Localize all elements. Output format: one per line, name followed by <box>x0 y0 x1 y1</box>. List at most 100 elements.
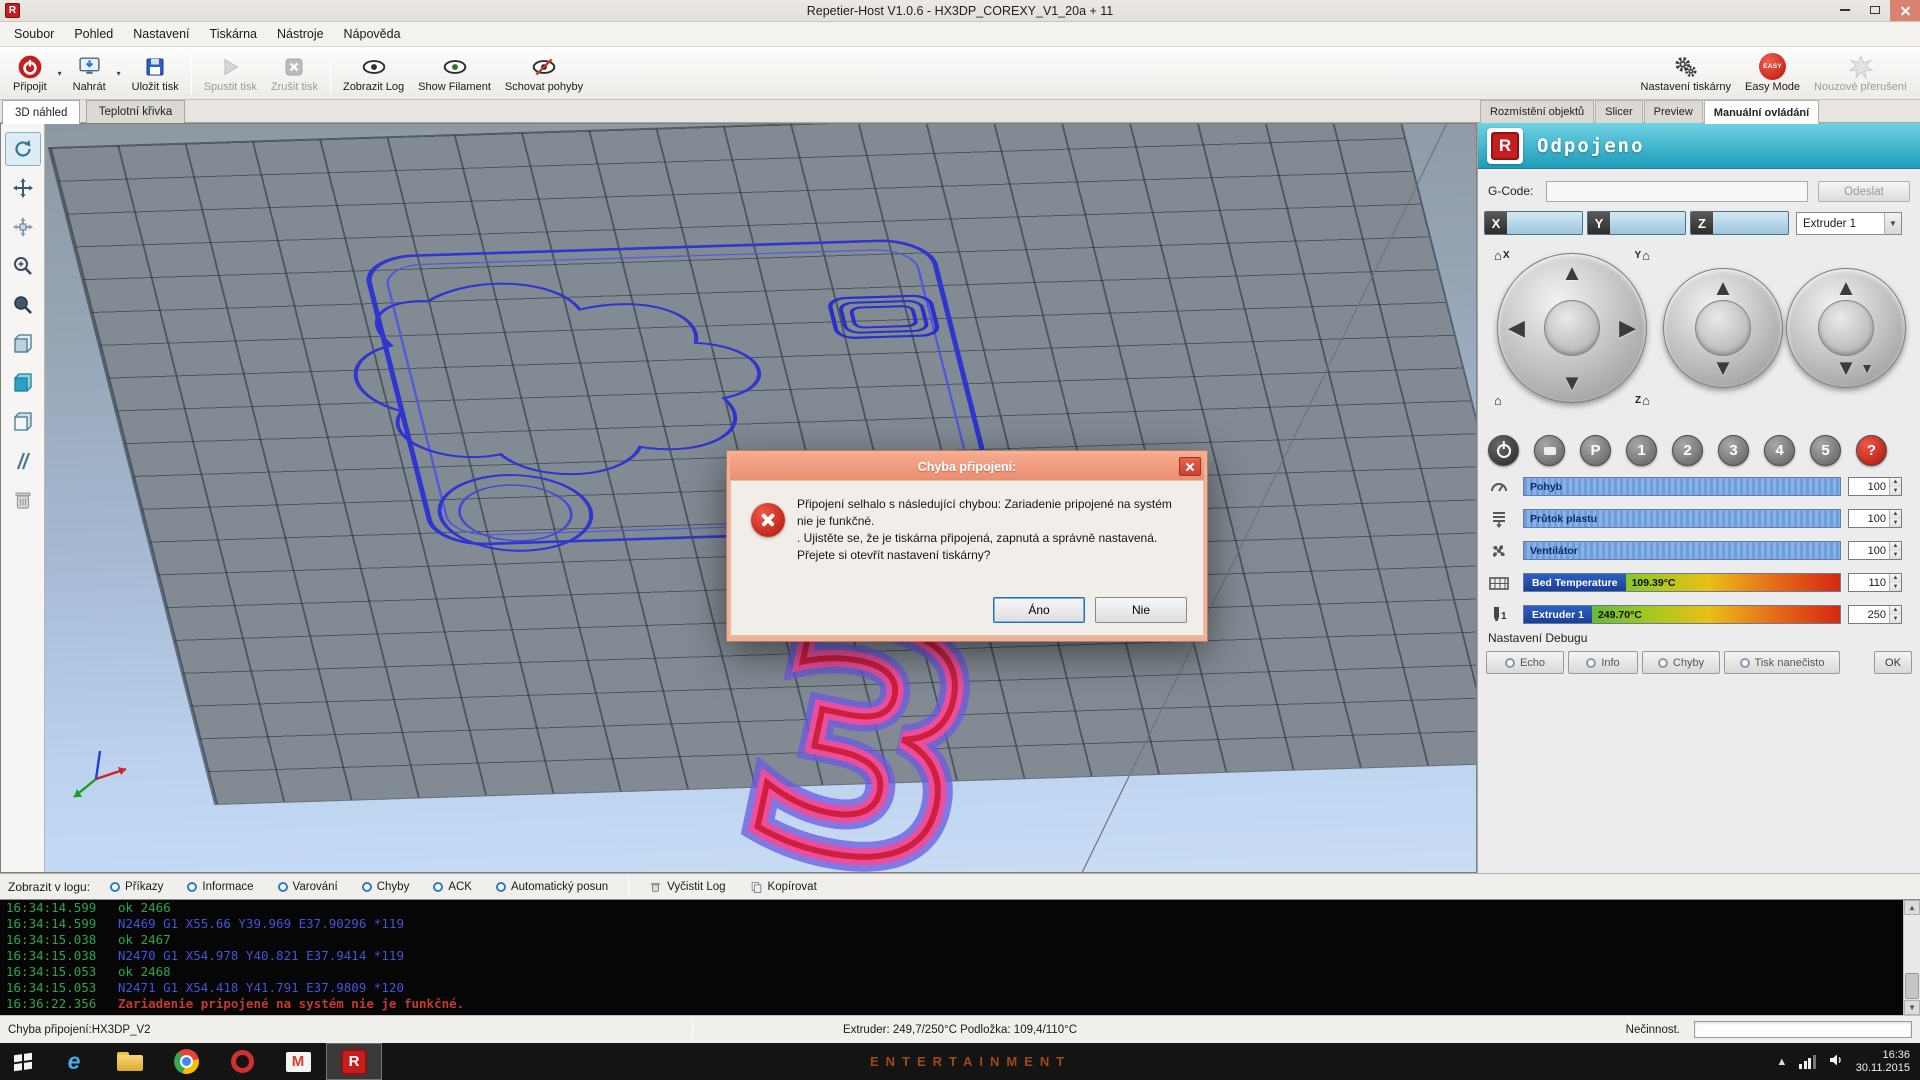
parallel-projection-tool[interactable] <box>5 444 41 478</box>
copy-log-button[interactable]: Kopírovat <box>746 877 821 897</box>
jog-y-plus-icon[interactable]: ▲ <box>1561 262 1583 284</box>
home-all-button[interactable]: ⌂ <box>1494 393 1502 408</box>
top-view-tool[interactable] <box>5 405 41 439</box>
spin-down-icon[interactable]: ▼ <box>1890 487 1901 496</box>
x-position-field[interactable]: X <box>1484 211 1583 235</box>
gcode-input[interactable] <box>1546 181 1808 202</box>
load-button[interactable]: Nahrát <box>66 49 113 97</box>
park-button[interactable]: P <box>1580 435 1611 466</box>
spin-down-icon[interactable]: ▼ <box>1890 551 1901 560</box>
fan-slider[interactable]: Ventilátor <box>1523 541 1841 560</box>
filter-information[interactable]: Informace <box>183 878 257 896</box>
preset-3-button[interactable]: 3 <box>1718 435 1749 466</box>
menu-pohled[interactable]: Pohled <box>64 23 123 45</box>
start-print-button[interactable]: Spustit tisk <box>197 49 264 97</box>
flow-value-box[interactable]: 100▲▼ <box>1848 509 1902 528</box>
toggle-log-button[interactable]: Zobrazit Log <box>336 49 411 97</box>
spin-down-icon[interactable]: ▼ <box>1890 583 1901 592</box>
tray-expand-icon[interactable]: ▲ <box>1776 1056 1787 1068</box>
fan-value-box[interactable]: 100▲▼ <box>1848 541 1902 560</box>
atx-power-button[interactable] <box>1534 435 1565 466</box>
scrollbar-thumb[interactable] <box>1905 973 1919 999</box>
easy-mode-button[interactable]: EASY Easy Mode <box>1738 49 1807 97</box>
extrude-icon[interactable]: ▼ <box>1835 357 1857 379</box>
filter-errors[interactable]: Chyby <box>358 878 414 896</box>
debug-info-button[interactable]: Info <box>1568 651 1638 674</box>
jog-y-minus-icon[interactable]: ▼ <box>1561 372 1583 394</box>
xy-jog-pad[interactable]: ▲ ▼ ◀ ▶ ⌂X Y⌂ ⌂ Z⌂ <box>1497 253 1647 403</box>
y-position-field[interactable]: Y <box>1587 211 1686 235</box>
debug-echo-button[interactable]: Echo <box>1486 651 1564 674</box>
connect-dropdown-icon[interactable]: ▾ <box>54 49 66 97</box>
show-filament-button[interactable]: Show Filament <box>411 49 498 97</box>
front-view-tool[interactable] <box>5 327 41 361</box>
tab-temperature-curve[interactable]: Teplotní křivka <box>86 100 186 123</box>
menu-nastroje[interactable]: Nástroje <box>267 23 334 45</box>
taskbar-item-ie[interactable]: e <box>46 1043 102 1080</box>
speed-value-box[interactable]: 100▲▼ <box>1848 477 1902 496</box>
extruder-temperature-value-box[interactable]: 250▲▼ <box>1848 605 1902 624</box>
scroll-up-icon[interactable]: ▲ <box>1904 900 1920 915</box>
extrude-fast-icon[interactable]: ▼ <box>1860 361 1874 375</box>
retract-icon[interactable]: ▲ <box>1835 277 1857 299</box>
power-button[interactable] <box>1488 435 1519 466</box>
yes-button[interactable]: Áno <box>993 597 1085 623</box>
z-position-field[interactable]: Z <box>1690 211 1789 235</box>
rotate-view-tool[interactable] <box>5 132 41 166</box>
load-dropdown-icon[interactable]: ▾ <box>113 49 125 97</box>
taskbar-item-explorer[interactable] <box>102 1043 158 1080</box>
debug-errors-button[interactable]: Chyby <box>1642 651 1720 674</box>
home-x-button[interactable]: ⌂X <box>1494 248 1510 263</box>
extruder-jog-pad[interactable]: ▲ ▼ ▼ <box>1786 268 1906 388</box>
no-button[interactable]: Nie <box>1095 597 1187 623</box>
printer-settings-button[interactable]: Nastavení tiskárny <box>1634 49 1738 97</box>
jog-z-minus-icon[interactable]: ▼ <box>1712 357 1734 379</box>
emergency-stop-button[interactable]: Nouzové přerušení <box>1807 49 1914 97</box>
help-button[interactable]: ? <box>1856 435 1887 466</box>
debug-ok-button[interactable]: OK <box>1874 651 1912 674</box>
close-button[interactable] <box>1890 0 1920 21</box>
jog-center-hub[interactable] <box>1544 300 1600 356</box>
tab-manual-control[interactable]: Manuální ovládání <box>1704 100 1819 124</box>
dialog-close-button[interactable] <box>1179 457 1201 476</box>
log-view[interactable]: 16:34:14.599ok 2466 16:34:14.599N2469 G1… <box>0 900 1920 1015</box>
spin-up-icon[interactable]: ▲ <box>1890 478 1901 487</box>
tab-object-placement[interactable]: Rozmístění objektů <box>1480 100 1594 123</box>
menu-nastaveni[interactable]: Nastavení <box>123 23 199 45</box>
move-object-tool[interactable] <box>5 210 41 244</box>
menu-napoveda[interactable]: Nápověda <box>334 23 411 45</box>
preset-1-button[interactable]: 1 <box>1626 435 1657 466</box>
flow-slider[interactable]: Průtok plastu <box>1523 509 1841 528</box>
zoom-object-tool[interactable] <box>5 288 41 322</box>
spin-up-icon[interactable]: ▲ <box>1890 510 1901 519</box>
volume-icon[interactable] <box>1828 1052 1844 1071</box>
bed-temperature-slider[interactable]: Bed Temperature 109.39°C <box>1523 573 1841 592</box>
taskbar-item-gmail[interactable]: M <box>270 1043 326 1080</box>
dialog-titlebar[interactable]: Chyba připojení: <box>730 454 1204 480</box>
send-gcode-button[interactable]: Odeslat <box>1818 181 1910 202</box>
jog-x-plus-icon[interactable]: ▶ <box>1619 317 1636 339</box>
preset-2-button[interactable]: 2 <box>1672 435 1703 466</box>
tab-slicer[interactable]: Slicer <box>1595 100 1643 123</box>
tab-3d-view[interactable]: 3D náhled <box>2 100 80 124</box>
spin-down-icon[interactable]: ▼ <box>1890 519 1901 528</box>
taskbar-item-repetier[interactable]: R <box>326 1043 382 1080</box>
extruder-temperature-slider[interactable]: Extruder 1 249.70°C <box>1523 605 1841 624</box>
home-y-button[interactable]: Y⌂ <box>1634 248 1650 263</box>
log-scrollbar[interactable]: ▲ ▼ <box>1903 900 1920 1015</box>
start-button[interactable] <box>0 1043 46 1080</box>
tab-preview[interactable]: Preview <box>1644 100 1703 123</box>
connect-button[interactable]: Připojit <box>6 49 54 97</box>
spin-up-icon[interactable]: ▲ <box>1890 606 1901 615</box>
jog-x-minus-icon[interactable]: ◀ <box>1508 317 1525 339</box>
menu-tiskarna[interactable]: Tiskárna <box>200 23 267 45</box>
delete-object-tool[interactable] <box>5 483 41 517</box>
speed-slider[interactable]: Pohyb <box>1523 477 1841 496</box>
scroll-down-icon[interactable]: ▼ <box>1904 1000 1920 1015</box>
spin-down-icon[interactable]: ▼ <box>1890 615 1901 624</box>
minimize-button[interactable] <box>1830 0 1860 21</box>
filter-autoscroll[interactable]: Automatický posun <box>492 878 612 896</box>
z-jog-hub[interactable] <box>1695 300 1751 356</box>
filter-warnings[interactable]: Varování <box>274 878 342 896</box>
debug-dry-run-button[interactable]: Tisk nanečisto <box>1724 651 1840 674</box>
